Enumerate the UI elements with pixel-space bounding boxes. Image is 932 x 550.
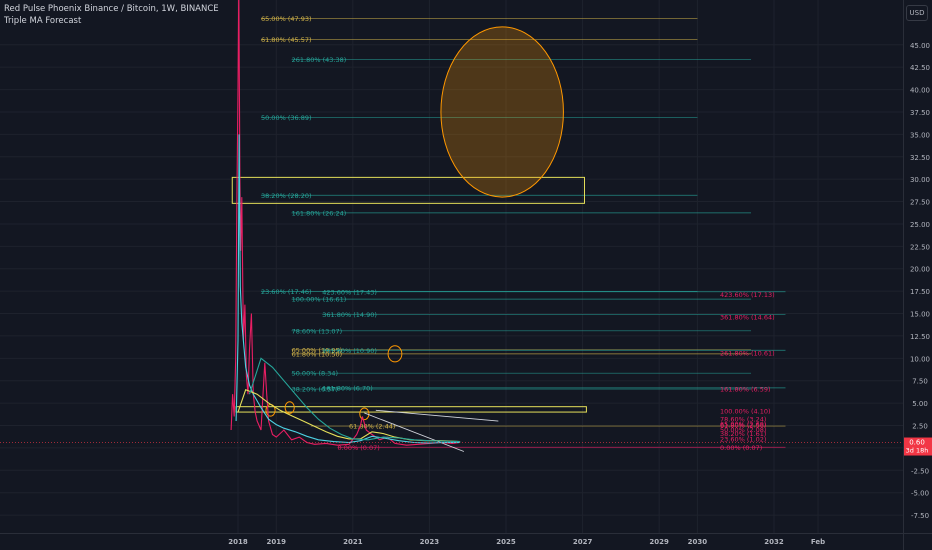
time-tick-label: 2030 xyxy=(688,538,708,546)
price-tick-label: 40.00 xyxy=(910,87,930,95)
price-tick-label: 45.00 xyxy=(910,42,930,50)
time-tick-label: 2021 xyxy=(343,538,363,546)
price-tick-label: 5.00 xyxy=(912,400,928,408)
last-price-value: 0.60 xyxy=(909,439,925,447)
fib-level-label: 61.80% (2.44) xyxy=(349,423,395,431)
price-tick-label: -7.50 xyxy=(911,512,929,520)
price-tick-label: -2.50 xyxy=(911,467,929,475)
time-tick-label: 2032 xyxy=(764,538,784,546)
time-tick-label: Feb xyxy=(811,538,825,546)
price-tick-label: 25.00 xyxy=(910,221,930,229)
fib-level-label: 61.80% (10.50) xyxy=(292,350,343,358)
fib-extension-label: 361.80% (14.64) xyxy=(720,313,775,321)
price-tick-label: 42.50 xyxy=(910,64,930,72)
price-tick-label: 30.00 xyxy=(910,176,930,184)
fib-level-label: 100.00% (16.61) xyxy=(292,296,347,304)
price-tick-label: 20.00 xyxy=(910,266,930,274)
price-chart[interactable]: 65.00% (47.93) 61.80% (45.57) 261.80% (43.… xyxy=(0,0,932,550)
price-tick-label: 15.00 xyxy=(910,311,930,319)
time-tick-label: 2019 xyxy=(267,538,287,546)
last-price-countdown: 3d 18h xyxy=(906,447,929,455)
indicator-label[interactable]: Triple MA Forecast xyxy=(4,16,81,26)
currency-button[interactable]: USD xyxy=(906,5,928,21)
fib-level-label: 161.80% (26.24) xyxy=(292,209,347,217)
fib-level-label: 65.00% (47.93) xyxy=(261,15,312,23)
price-tick-label: -5.00 xyxy=(911,490,929,498)
symbol-title: Red Pulse Phoenix Binance / Bitcoin, 1W,… xyxy=(4,4,219,14)
fib-level-label: 361.80% (14.90) xyxy=(322,311,377,319)
price-tick-label: 27.50 xyxy=(910,199,930,207)
price-tick-label: 35.00 xyxy=(910,131,930,139)
fib-extension-label: 161.80% (6.59) xyxy=(720,385,771,393)
price-tick-label: 12.50 xyxy=(910,333,930,341)
price-tick-label: 2.50 xyxy=(912,423,928,431)
fib-level-label: 261.80% (43.38) xyxy=(292,56,347,64)
fib-extension-label: 0.00% (0.07) xyxy=(720,444,762,452)
fib-extension-label: 23.60% (1.02) xyxy=(720,435,766,443)
fib-level-label: 38.20% (28.20) xyxy=(261,192,312,200)
ellipse-marker xyxy=(440,26,564,198)
price-tick-label: 10.00 xyxy=(910,355,930,363)
fib-level-label: 50.00% (8.34) xyxy=(292,370,338,378)
time-tick-label: 2027 xyxy=(573,538,593,546)
price-tick-label: 17.50 xyxy=(910,288,930,296)
time-tick-label: 2029 xyxy=(649,538,669,546)
time-tick-label: 2023 xyxy=(420,538,440,546)
price-tick-label: 22.50 xyxy=(910,243,930,251)
fib-level-label: 78.60% (13.07) xyxy=(292,327,343,335)
fib-extension-label: 261.80% (10.61) xyxy=(720,349,775,357)
time-tick-label: 2018 xyxy=(228,538,248,546)
fib-level-label: 50.00% (36.89) xyxy=(261,114,312,122)
fib-level-label: 61.80% (45.57) xyxy=(261,36,312,44)
fib-extension-label: 423.60% (17.13) xyxy=(720,291,775,299)
fib-level-label: 38.20% (6.57) xyxy=(292,386,338,394)
price-tick-label: 7.50 xyxy=(912,378,928,386)
time-tick-label: 2025 xyxy=(496,538,516,546)
price-tick-label: 37.50 xyxy=(910,109,930,117)
price-tick-label: 32.50 xyxy=(910,154,930,162)
